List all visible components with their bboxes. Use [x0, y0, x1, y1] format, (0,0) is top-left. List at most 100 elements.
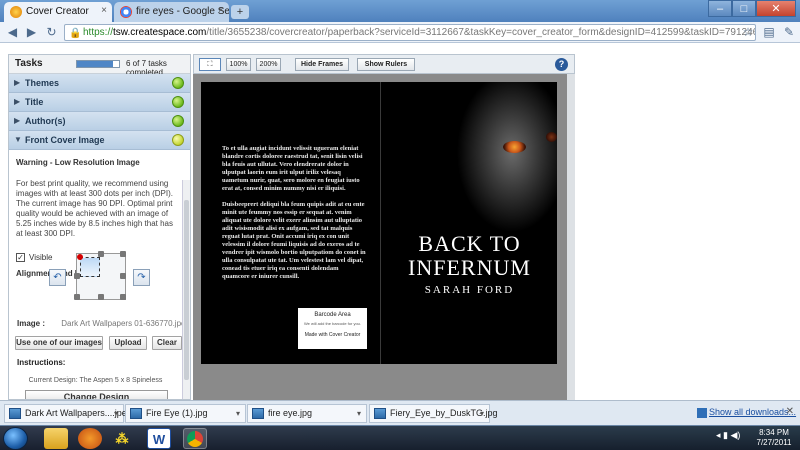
visible-checkbox[interactable]: ✓ — [16, 253, 25, 262]
book-author: SARAH FORD — [424, 284, 515, 296]
canvas-scrollbar[interactable] — [567, 74, 575, 400]
download-filename: fire eye.jpg — [268, 408, 313, 418]
maximize-button[interactable]: □ — [732, 0, 756, 17]
image-position-frame[interactable] — [80, 257, 100, 277]
barcode-subtitle: We will add the barcode for you. — [303, 321, 362, 326]
word-icon[interactable]: W — [147, 428, 171, 449]
upload-button[interactable]: Upload — [109, 336, 147, 350]
fit-zoom-button[interactable]: ⛶ — [199, 58, 221, 71]
chevron-down-icon[interactable]: ▾ — [480, 405, 484, 422]
download-item[interactable]: Fire Eye (1).jpg ▾ — [125, 404, 246, 423]
resize-handle[interactable] — [74, 273, 80, 279]
book-title-line-2: INFERNUM — [408, 255, 531, 280]
rotate-left-button[interactable]: ↶ — [49, 269, 66, 286]
minimize-button[interactable]: – — [708, 0, 732, 17]
download-item[interactable]: Dark Art Wallpapers....jpeg ▾ — [4, 404, 132, 423]
front-title-area[interactable]: BACK TO INFERNUM SARAH FORD — [382, 231, 557, 297]
page-icon[interactable]: ▤ — [761, 25, 777, 40]
close-tab-icon[interactable]: × — [218, 5, 224, 16]
url-scheme: https:// — [83, 27, 114, 38]
fire-eye-image — [503, 141, 526, 153]
close-downloads-icon[interactable]: ✕ — [786, 406, 794, 417]
image-file-icon — [130, 408, 142, 419]
resize-handle[interactable] — [120, 251, 126, 257]
chevron-down-icon[interactable]: ▾ — [114, 405, 118, 422]
tab-label: fire eyes - Google Search — [136, 6, 229, 17]
show-rulers-button[interactable]: Show Rulers — [357, 58, 415, 71]
expand-arrow-icon: ▶ — [14, 97, 21, 106]
address-bar[interactable]: 🔒 https://tsw.createspace.com/title/3655… — [64, 24, 756, 41]
back-cover-text[interactable]: To et ulla augiat incidunt velissit ugue… — [222, 145, 366, 289]
section-authors[interactable]: ▶ Author(s) — [9, 112, 190, 131]
back-arrow-icon[interactable]: ◀ — [4, 24, 21, 41]
close-window-button[interactable]: ✕ — [756, 0, 796, 17]
spine-line — [380, 82, 381, 364]
resize-handle[interactable] — [120, 273, 126, 279]
zoom-200-button[interactable]: 200% — [256, 58, 281, 71]
tab-cover-creator[interactable]: Cover Creator × — [4, 2, 112, 22]
tab-label: Cover Creator — [26, 6, 89, 17]
new-tab-button[interactable]: + — [231, 5, 249, 19]
chevron-down-icon[interactable]: ▾ — [236, 405, 240, 422]
browser-tab-strip: Cover Creator × fire eyes - Google Searc… — [0, 0, 800, 22]
warning-title: Warning - Low Resolution Image — [16, 158, 140, 167]
tasks-header: Tasks 6 of 7 tasks completed — [9, 55, 190, 77]
resize-handle[interactable] — [120, 294, 126, 300]
scroll-thumb[interactable] — [184, 200, 189, 380]
resize-handle[interactable] — [98, 294, 104, 300]
image-filename: Dark Art Wallpapers 01-636770.jpeg — [61, 319, 190, 328]
section-front-cover-image[interactable]: ▼ Front Cover Image — [9, 131, 190, 150]
instructions-label: Instructions: — [17, 358, 66, 367]
rotate-handle[interactable] — [77, 254, 83, 260]
download-item[interactable]: fire eye.jpg ▾ — [247, 404, 367, 423]
change-design-button[interactable]: Change Design — [25, 390, 168, 399]
tasks-progress-bar — [76, 60, 120, 68]
wrench-icon[interactable]: ✎ — [781, 25, 797, 40]
aim-icon[interactable]: ⁂ — [110, 428, 134, 449]
close-tab-icon[interactable]: × — [101, 5, 107, 16]
second-eye-image — [546, 132, 557, 142]
resize-handle[interactable] — [98, 251, 104, 257]
cover-canvas: To et ulla augiat incidunt velissit ugue… — [193, 74, 575, 400]
chevron-down-icon[interactable]: ▾ — [357, 405, 361, 422]
system-tray[interactable]: ◂ ▮ ◀) — [716, 430, 740, 441]
back-paragraph-1: To et ulla augiat incidunt velissit ugue… — [222, 145, 363, 192]
firefox-icon[interactable] — [78, 428, 102, 449]
alignment-box[interactable] — [74, 251, 126, 300]
download-item[interactable]: Fiery_Eye_by_DuskTG.jpg ▾ — [369, 404, 498, 423]
barcode-area: Barcode Area We will add the barcode for… — [298, 308, 367, 349]
show-all-downloads-link[interactable]: Show all downloads... — [697, 407, 796, 418]
rotate-right-button[interactable]: ↷ — [133, 269, 150, 286]
zoom-100-button[interactable]: 100% — [226, 58, 251, 71]
warning-text: For best print quality, we recommend usi… — [16, 179, 173, 238]
help-icon[interactable]: ? — [555, 58, 568, 71]
use-our-images-button[interactable]: Use one of our images — [15, 336, 103, 350]
resize-handle[interactable] — [74, 294, 80, 300]
tab-google-search[interactable]: fire eyes - Google Search × — [114, 2, 229, 22]
image-file-icon — [252, 408, 264, 419]
reload-icon[interactable]: ↻ — [43, 24, 60, 41]
section-label: Author(s) — [25, 116, 66, 126]
barcode-title: Barcode Area — [314, 312, 351, 318]
left-panel-scrollbar[interactable] — [182, 180, 190, 399]
current-design-text: Current Design: The Aspen 5 x 8 Spineles… — [28, 377, 163, 384]
section-themes[interactable]: ▶ Themes — [9, 74, 190, 93]
section-title[interactable]: ▶ Title — [9, 93, 190, 112]
url-host: tsw.createspace.com — [113, 27, 207, 38]
book-cover: To et ulla augiat incidunt velissit ugue… — [201, 82, 557, 364]
start-button-icon[interactable] — [3, 427, 28, 450]
clock-time: 8:34 PM — [759, 428, 789, 437]
clear-button[interactable]: Clear — [152, 336, 182, 350]
image-label: Image : — [17, 319, 46, 328]
chrome-icon[interactable] — [183, 428, 207, 449]
book-title-line-1: BACK TO — [418, 231, 521, 256]
forward-arrow-icon[interactable]: ▶ — [23, 24, 40, 41]
explorer-icon[interactable] — [44, 428, 68, 449]
star-icon[interactable]: ☆ — [740, 25, 756, 40]
viewer-toolbar: ⛶ 100% 200% Hide Frames Show Rulers ? — [193, 54, 575, 74]
clock-date: 7/27/2011 — [756, 438, 792, 447]
tasks-title: Tasks — [15, 58, 43, 69]
taskbar-clock[interactable]: 8:34 PM 7/27/2011 — [752, 428, 796, 448]
expand-arrow-icon: ▶ — [14, 116, 21, 125]
hide-frames-button[interactable]: Hide Frames — [295, 58, 349, 71]
